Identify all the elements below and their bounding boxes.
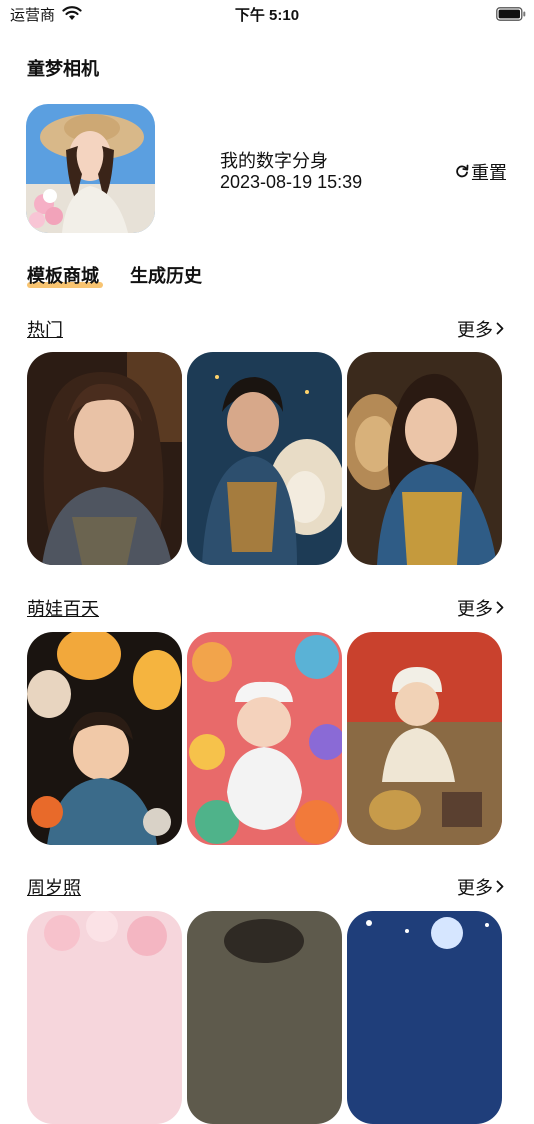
section-title[interactable]: 萌娃百天 <box>27 595 99 621</box>
status-bar: 运营商 下午 5:10 <box>0 0 534 28</box>
section-header-100-days: 萌娃百天 更多 <box>27 595 504 619</box>
profile-timestamp: 2023-08-19 15:39 <box>220 172 363 192</box>
refresh-icon <box>455 162 469 183</box>
card-row-hot <box>27 352 502 565</box>
chevron-right-icon <box>496 877 504 898</box>
more-link[interactable]: 更多 <box>457 874 504 900</box>
template-card[interactable] <box>187 352 342 565</box>
template-card[interactable] <box>27 352 182 565</box>
tab-label: 生成历史 <box>130 266 202 286</box>
more-link[interactable]: 更多 <box>457 595 504 621</box>
chevron-right-icon <box>496 319 504 340</box>
template-card[interactable] <box>187 632 342 845</box>
avatar[interactable] <box>26 104 155 233</box>
more-link[interactable]: 更多 <box>457 316 504 342</box>
chevron-right-icon <box>496 598 504 619</box>
template-card[interactable] <box>347 352 502 565</box>
card-row-100-days <box>27 632 502 845</box>
reset-label: 重置 <box>471 163 507 183</box>
section-title[interactable]: 周岁照 <box>27 874 81 900</box>
section-header-hot: 热门 更多 <box>27 316 504 340</box>
clock: 下午 5:10 <box>234 7 300 24</box>
more-label: 更多 <box>457 878 493 898</box>
template-card[interactable] <box>187 911 342 1124</box>
more-label: 更多 <box>457 320 493 340</box>
template-card[interactable] <box>347 632 502 845</box>
tab-label: 模板商城 <box>27 266 99 286</box>
tab-history[interactable]: 生成历史 <box>130 262 202 288</box>
tab-template-store[interactable]: 模板商城 <box>27 262 103 288</box>
section-header-first-birthday: 周岁照 更多 <box>27 874 504 898</box>
more-label: 更多 <box>457 599 493 619</box>
template-card[interactable] <box>347 911 502 1124</box>
reset-button[interactable]: 重置 <box>455 159 507 185</box>
app-title: 童梦相机 <box>27 59 99 79</box>
card-row-first-birthday <box>27 911 502 1124</box>
template-card[interactable] <box>27 911 182 1124</box>
section-title[interactable]: 热门 <box>27 316 63 342</box>
template-card[interactable] <box>27 632 182 845</box>
battery-icon <box>496 7 526 21</box>
profile-name: 我的数字分身 <box>220 151 328 171</box>
